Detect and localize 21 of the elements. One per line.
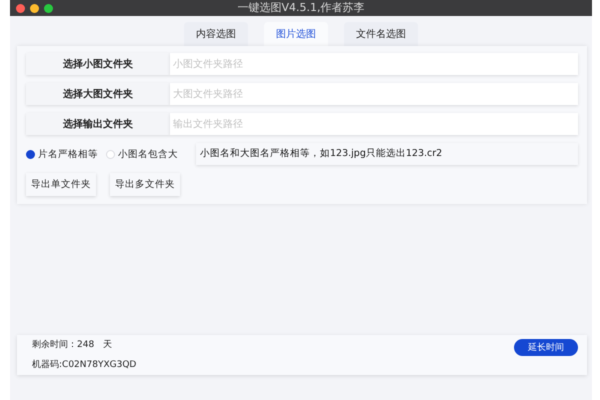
choose-folder-button[interactable]: 选择大图文件夹: [26, 83, 170, 105]
path-field[interactable]: 大图文件夹路径: [170, 83, 578, 105]
choose-folder-button[interactable]: 选择小图文件夹: [26, 53, 170, 75]
remaining-value: 248: [77, 339, 94, 352]
radio-icon[interactable]: [26, 150, 35, 158]
match-mode-radio[interactable]: 片名严格相等: [26, 148, 106, 160]
tab[interactable]: 文件名选图: [344, 22, 418, 46]
path-field[interactable]: 小图文件夹路径: [170, 53, 578, 75]
extend-button[interactable]: 延长时间: [514, 339, 578, 356]
choose-folder-button[interactable]: 选择输出文件夹: [26, 113, 170, 135]
machine-code: 机器码:C02N78YXG3QD: [32, 358, 136, 372]
tab[interactable]: 图片选图: [264, 22, 328, 46]
window-title: 一键选图V4.5.1,作者苏李: [236, 0, 366, 16]
remaining-label: 剩余时间：: [32, 338, 77, 352]
tab[interactable]: 内容选图: [184, 22, 248, 46]
remaining-unit: 天: [103, 339, 112, 352]
match-mode-radio[interactable]: 小图名包含大: [106, 148, 196, 160]
export-button[interactable]: 导出单文件夹: [26, 173, 96, 196]
export-button[interactable]: 导出多文件夹: [110, 173, 180, 196]
match-description: 小图名和大图名严格相等，如123.jpg只能选出123.cr2: [196, 143, 578, 165]
path-field[interactable]: 输出文件夹路径: [170, 113, 578, 135]
